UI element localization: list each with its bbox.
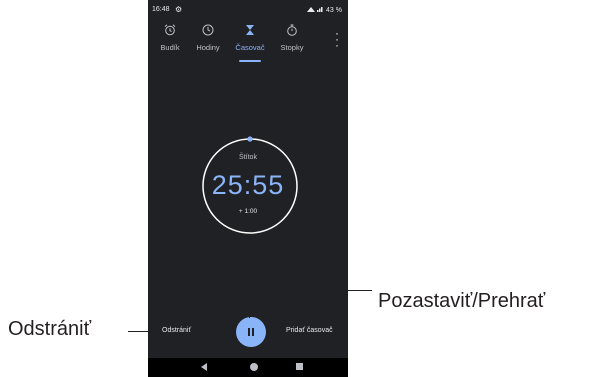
tab-alarm-label: Budík — [160, 43, 180, 52]
gear-icon: ⚙ — [175, 5, 183, 14]
callout-pause-line — [249, 290, 372, 291]
pause-icon — [248, 328, 250, 336]
callout-pause: Pozastaviť/Prehrať — [378, 290, 546, 312]
callout-delete-line — [128, 331, 160, 332]
timer-display: 25:55 — [211, 170, 285, 200]
tab-bar: Budík Hodiny Časovač Stopky · · · — [148, 24, 348, 62]
tab-timer-label: Časovač — [235, 43, 265, 52]
tab-stopwatch[interactable]: Stopky — [272, 24, 312, 60]
pause-icon-bar — [252, 328, 254, 336]
status-battery: 43 % — [306, 6, 342, 14]
delete-button[interactable]: Odstrániť — [162, 327, 191, 334]
clock-icon — [188, 24, 228, 40]
navigation-bar — [148, 358, 348, 377]
add-timer-button[interactable]: Pridať časovač — [286, 327, 333, 334]
phone-screen: 16:48 ⚙ 43 % Budík Hodiny Časovač Stopky… — [148, 0, 348, 377]
status-bar: 16:48 ⚙ 43 % — [148, 5, 348, 18]
callout-delete: Odstrániť — [8, 318, 92, 340]
hourglass-icon — [230, 24, 270, 40]
signal-icon — [307, 7, 323, 12]
more-options-icon[interactable]: · · · — [334, 27, 340, 51]
stopwatch-icon — [272, 24, 312, 40]
alarm-icon — [150, 24, 190, 40]
battery-text: 43 % — [326, 7, 342, 14]
back-icon[interactable] — [201, 363, 207, 371]
tab-clock[interactable]: Hodiny — [188, 24, 228, 60]
recent-apps-icon[interactable] — [296, 363, 303, 370]
progress-dot — [247, 136, 253, 142]
tab-stopwatch-label: Stopky — [280, 43, 304, 52]
tab-clock-label: Hodiny — [196, 43, 220, 52]
pause-button[interactable] — [236, 317, 266, 347]
callout-pause-line-vertical — [249, 290, 250, 318]
timer-label[interactable]: Štítok — [148, 154, 348, 161]
add-minute-button[interactable]: + 1:00 — [148, 208, 348, 215]
tab-timer[interactable]: Časovač — [230, 24, 270, 62]
tab-alarm[interactable]: Budík — [150, 24, 190, 60]
home-icon[interactable] — [250, 363, 258, 371]
status-time: 16:48 — [152, 6, 170, 13]
